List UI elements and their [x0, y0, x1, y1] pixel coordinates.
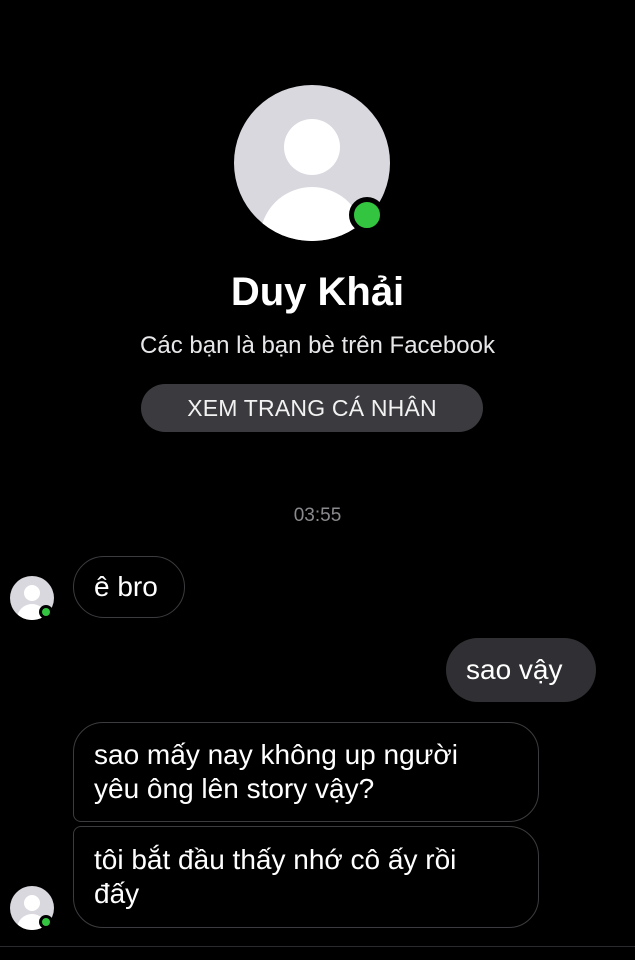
- avatar-head-shape: [284, 119, 340, 175]
- message-timestamp: 03:55: [293, 505, 342, 526]
- online-status-icon: [349, 197, 385, 233]
- incoming-message-bubble[interactable]: tôi bắt đầu thấy nhớ cô ấy rồi đấy: [73, 826, 539, 928]
- avatar-head-shape: [24, 895, 40, 911]
- profile-name: Duy Khải: [230, 270, 405, 314]
- online-status-icon: [39, 915, 53, 929]
- incoming-message-bubble[interactable]: sao mấy nay không up người yêu ông lên s…: [73, 722, 539, 822]
- online-status-icon: [39, 605, 53, 619]
- divider: [0, 946, 635, 947]
- outgoing-message-bubble[interactable]: sao vậy: [446, 638, 596, 702]
- avatar-head-shape: [24, 585, 40, 601]
- incoming-message-bubble[interactable]: ê bro: [73, 556, 185, 618]
- view-profile-button[interactable]: XEM TRANG CÁ NHÂN: [141, 384, 483, 432]
- friend-status-text: Các bạn là bạn bè trên Facebook: [140, 332, 495, 359]
- messenger-chat-screen: Duy Khải Các bạn là bạn bè trên Facebook…: [0, 0, 635, 960]
